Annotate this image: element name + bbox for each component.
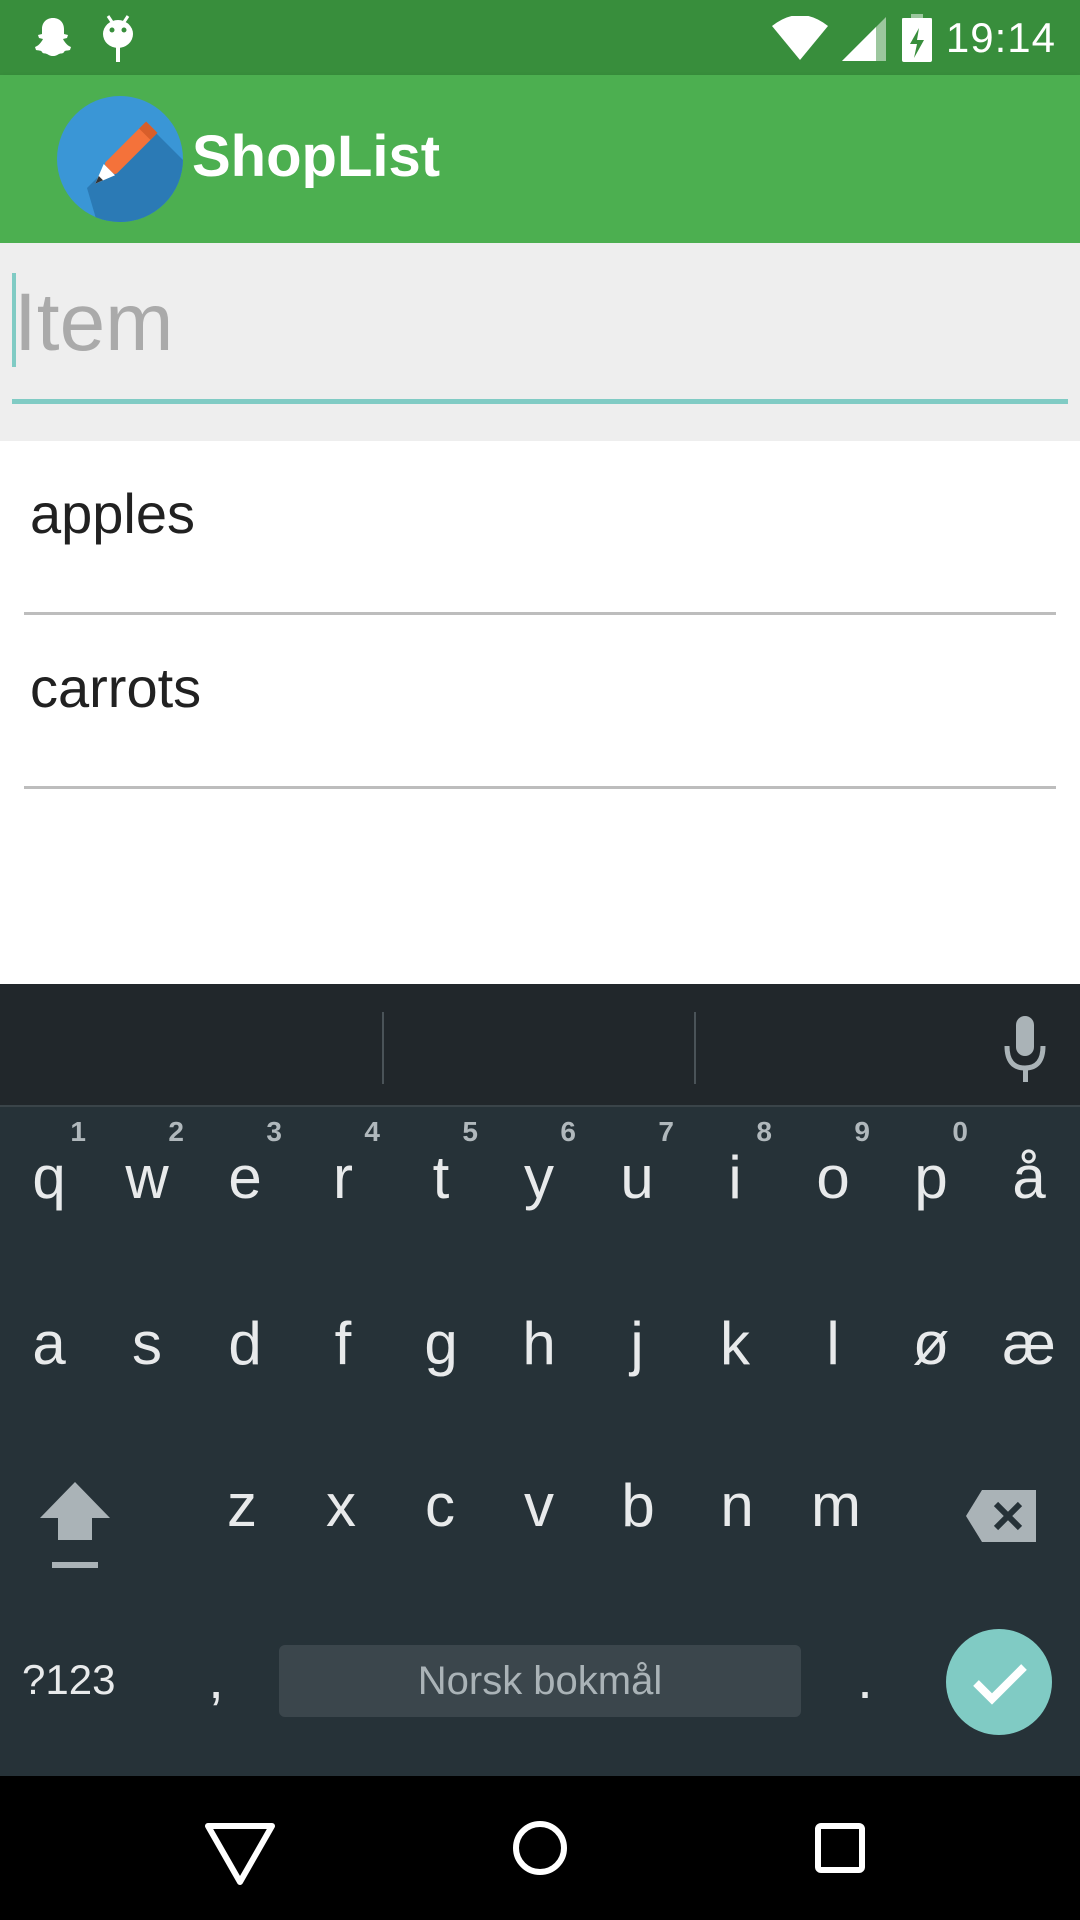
suggestion-strip — [0, 984, 1080, 1107]
status-clock: 19:14 — [945, 13, 1056, 61]
home-icon[interactable] — [498, 1806, 582, 1890]
key-v[interactable]: v — [490, 1446, 588, 1566]
key-r[interactable]: r4 — [294, 1116, 392, 1238]
cell-signal-icon — [841, 16, 886, 61]
battery-charging-icon — [901, 13, 932, 62]
app-title: ShopList — [192, 124, 441, 189]
symbols-key[interactable]: ?123 — [22, 1640, 142, 1720]
backspace-key[interactable] — [964, 1486, 1040, 1546]
done-check-icon — [973, 1664, 1027, 1705]
key-a[interactable]: a — [0, 1284, 98, 1404]
period-key[interactable]: . — [845, 1634, 885, 1724]
done-key[interactable] — [946, 1629, 1052, 1735]
key-s[interactable]: s — [98, 1284, 196, 1404]
list-item-label: carrots — [30, 656, 202, 719]
key-u[interactable]: u7 — [588, 1116, 686, 1238]
key-ae[interactable]: æ — [980, 1284, 1078, 1404]
list-divider — [24, 786, 1056, 789]
key-i[interactable]: i8 — [686, 1116, 784, 1238]
snapchat-icon — [35, 18, 71, 56]
key-p[interactable]: p0 — [882, 1116, 980, 1238]
android-debug-icon — [103, 15, 133, 62]
key-j[interactable]: j — [588, 1284, 686, 1404]
key-q[interactable]: q1 — [0, 1116, 98, 1238]
mic-icon[interactable] — [1000, 1014, 1050, 1084]
back-icon[interactable] — [198, 1806, 282, 1890]
pen-logo-icon — [57, 96, 183, 222]
key-k[interactable]: k — [686, 1284, 784, 1404]
key-d[interactable]: d — [196, 1284, 294, 1404]
comma-key[interactable]: , — [196, 1634, 236, 1724]
key-g[interactable]: g — [392, 1284, 490, 1404]
shopping-list: apples carrots — [0, 441, 1080, 789]
key-h[interactable]: h — [490, 1284, 588, 1404]
list-item[interactable]: apples — [0, 441, 1080, 615]
key-b[interactable]: b — [589, 1446, 687, 1566]
space-key[interactable]: Norsk bokmål — [279, 1645, 801, 1717]
key-aring[interactable]: å — [980, 1118, 1078, 1238]
text-cursor — [12, 273, 16, 367]
key-w[interactable]: w2 — [98, 1116, 196, 1238]
key-e[interactable]: e3 — [196, 1116, 294, 1238]
status-bar: 19:14 — [0, 0, 1080, 75]
key-f[interactable]: f — [294, 1284, 392, 1404]
item-input-underline — [12, 399, 1068, 404]
key-x[interactable]: x — [292, 1446, 390, 1566]
suggestion-separator — [694, 1012, 696, 1084]
item-input[interactable] — [12, 273, 1068, 373]
shift-icon — [40, 1482, 110, 1568]
list-item[interactable]: carrots — [0, 615, 1080, 789]
key-m[interactable]: m — [787, 1446, 885, 1566]
key-z[interactable]: z — [193, 1446, 291, 1566]
suggestion-separator — [382, 1012, 384, 1084]
key-oslash[interactable]: ø — [882, 1284, 980, 1404]
key-n[interactable]: n — [688, 1446, 786, 1566]
wifi-icon — [771, 15, 828, 60]
backspace-icon — [966, 1490, 1036, 1542]
list-item-label: apples — [30, 482, 196, 545]
key-y[interactable]: y6 — [490, 1116, 588, 1238]
key-o[interactable]: o9 — [784, 1116, 882, 1238]
key-c[interactable]: c — [391, 1446, 489, 1566]
item-input-area — [0, 243, 1080, 441]
key-t[interactable]: t5 — [392, 1116, 490, 1238]
key-l[interactable]: l — [784, 1284, 882, 1404]
navigation-bar — [0, 1776, 1080, 1920]
recents-icon[interactable] — [798, 1806, 882, 1890]
soft-keyboard: q1 w2 e3 r4 t5 y6 u7 i8 o9 p0 å a s d f … — [0, 984, 1080, 1776]
app-bar: ShopList — [0, 75, 1080, 243]
shift-key[interactable] — [20, 1478, 130, 1578]
